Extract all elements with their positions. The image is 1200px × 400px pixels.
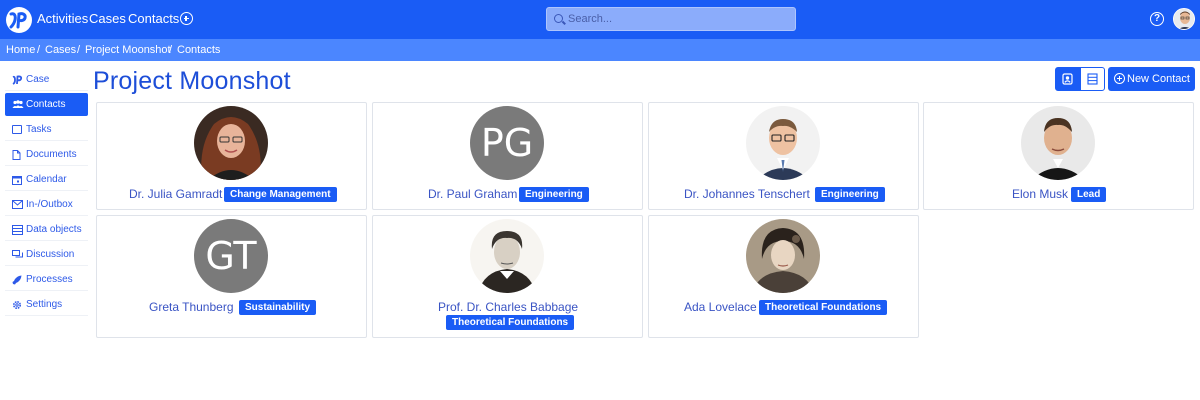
contact-name: Dr. Johannes Tenschert: [684, 187, 810, 201]
sidebar-item-label: Settings: [26, 299, 63, 310]
page-title: Project Moonshot: [93, 67, 291, 95]
role-badge: Theoretical Foundations: [759, 300, 888, 315]
sidebar-item-label: In-/Outbox: [26, 199, 73, 210]
sidebar-item-case[interactable]: Case: [5, 68, 88, 91]
contact-name: Elon Musk: [1012, 187, 1069, 201]
sidebar-item-inbox[interactable]: In-/Outbox: [5, 193, 88, 216]
envelope-icon: [12, 200, 23, 209]
contact-card[interactable]: GT Greta Thunberg Sustainability: [96, 215, 367, 338]
breadcrumb-contacts: Contacts: [177, 44, 221, 56]
breadcrumb-separator: /: [37, 44, 41, 56]
contact-initials-avatar: GT: [194, 219, 268, 293]
role-badge: Engineering: [519, 187, 589, 202]
role-badge: Change Management: [224, 187, 337, 202]
sidebar-item-settings[interactable]: Settings: [5, 293, 88, 316]
sidebar-item-documents[interactable]: Documents: [5, 143, 88, 166]
sidebar-item-label: Documents: [26, 149, 77, 160]
nav-contacts-link[interactable]: Contacts: [128, 11, 179, 26]
search-box[interactable]: [546, 7, 796, 31]
breadcrumb-separator: /: [169, 44, 173, 56]
tasks-icon: [12, 125, 22, 134]
card-view-button[interactable]: [1055, 67, 1080, 91]
contact-card-icon: [1062, 73, 1073, 85]
sidebar-item-label: Data objects: [26, 224, 82, 235]
nav-activities-link[interactable]: Activities: [37, 11, 88, 26]
rocket-icon: [12, 275, 22, 285]
role-badge: Engineering: [815, 187, 885, 202]
help-icon[interactable]: ?: [1150, 12, 1164, 26]
top-navbar: Activities Cases Contacts ?: [0, 0, 1200, 39]
sidebar-item-label: Case: [26, 74, 50, 85]
add-circle-icon[interactable]: [180, 12, 193, 25]
contact-photo: [1021, 106, 1095, 180]
sidebar-item-processes[interactable]: Processes: [5, 268, 88, 291]
contact-photo: [746, 219, 820, 293]
logo-icon: [12, 75, 23, 85]
case-sidebar: Case Contacts Tasks Documents Calendar I…: [5, 68, 89, 316]
sidebar-item-label: Discussion: [26, 249, 75, 260]
search-icon: [554, 14, 563, 23]
sidebar-item-label: Processes: [26, 274, 73, 285]
breadcrumb-project[interactable]: Project Moonshot: [85, 44, 171, 56]
contact-card[interactable]: Dr. Julia Gamradt Change Management: [96, 102, 367, 210]
contact-photo: [470, 219, 544, 293]
contact-photo: [746, 106, 820, 180]
chat-icon: [12, 250, 23, 259]
contact-name: Greta Thunberg: [149, 300, 234, 314]
plus-circle-icon: [1114, 73, 1125, 84]
breadcrumb-home[interactable]: Home: [6, 44, 35, 56]
role-badge: Sustainability: [239, 300, 317, 315]
gear-icon: [12, 300, 22, 310]
sidebar-item-label: Contacts: [26, 99, 66, 110]
breadcrumb-cases[interactable]: Cases: [45, 44, 76, 56]
calendar-icon: [12, 175, 22, 185]
contact-name: Prof. Dr. Charles Babbage: [438, 300, 579, 314]
sidebar-item-contacts[interactable]: Contacts: [5, 93, 88, 116]
role-badge: Lead: [1071, 187, 1107, 202]
contact-card[interactable]: PG Dr. Paul Graham Engineering: [372, 102, 643, 210]
sidebar-item-label: Tasks: [26, 124, 52, 135]
contact-card[interactable]: Prof. Dr. Charles Babbage Theoretical Fo…: [372, 215, 643, 338]
contact-card[interactable]: Dr. Johannes Tenschert Engineering: [648, 102, 919, 210]
database-icon: [12, 225, 23, 235]
contact-name: Dr. Paul Graham: [428, 187, 518, 201]
new-contact-button[interactable]: New Contact: [1108, 67, 1195, 91]
sidebar-item-discussion[interactable]: Discussion: [5, 243, 88, 266]
people-icon: [12, 100, 24, 109]
breadcrumb-separator: /: [77, 44, 81, 56]
sidebar-item-label: Calendar: [26, 174, 67, 185]
contact-card[interactable]: Ada Lovelace Theoretical Foundations: [648, 215, 919, 338]
document-icon: [12, 150, 22, 160]
contact-name: Ada Lovelace: [684, 300, 757, 314]
list-view-button[interactable]: [1080, 67, 1105, 91]
nav-cases-link[interactable]: Cases: [89, 11, 126, 26]
sidebar-item-data-objects[interactable]: Data objects: [5, 218, 88, 241]
breadcrumb: Home / Cases / Project Moonshot / Contac…: [0, 39, 1200, 61]
contact-initials-avatar: PG: [470, 106, 544, 180]
app-logo-icon[interactable]: [6, 7, 32, 33]
contact-name: Dr. Julia Gamradt: [129, 187, 223, 201]
user-avatar[interactable]: [1173, 8, 1195, 30]
sidebar-item-tasks[interactable]: Tasks: [5, 118, 88, 141]
contact-card[interactable]: Elon Musk Lead: [923, 102, 1194, 210]
search-input[interactable]: [568, 11, 788, 27]
list-icon: [1087, 73, 1098, 85]
sidebar-item-calendar[interactable]: Calendar: [5, 168, 88, 191]
role-badge: Theoretical Foundations: [446, 315, 575, 330]
contact-photo: [194, 106, 268, 180]
new-contact-label: New Contact: [1127, 73, 1190, 85]
